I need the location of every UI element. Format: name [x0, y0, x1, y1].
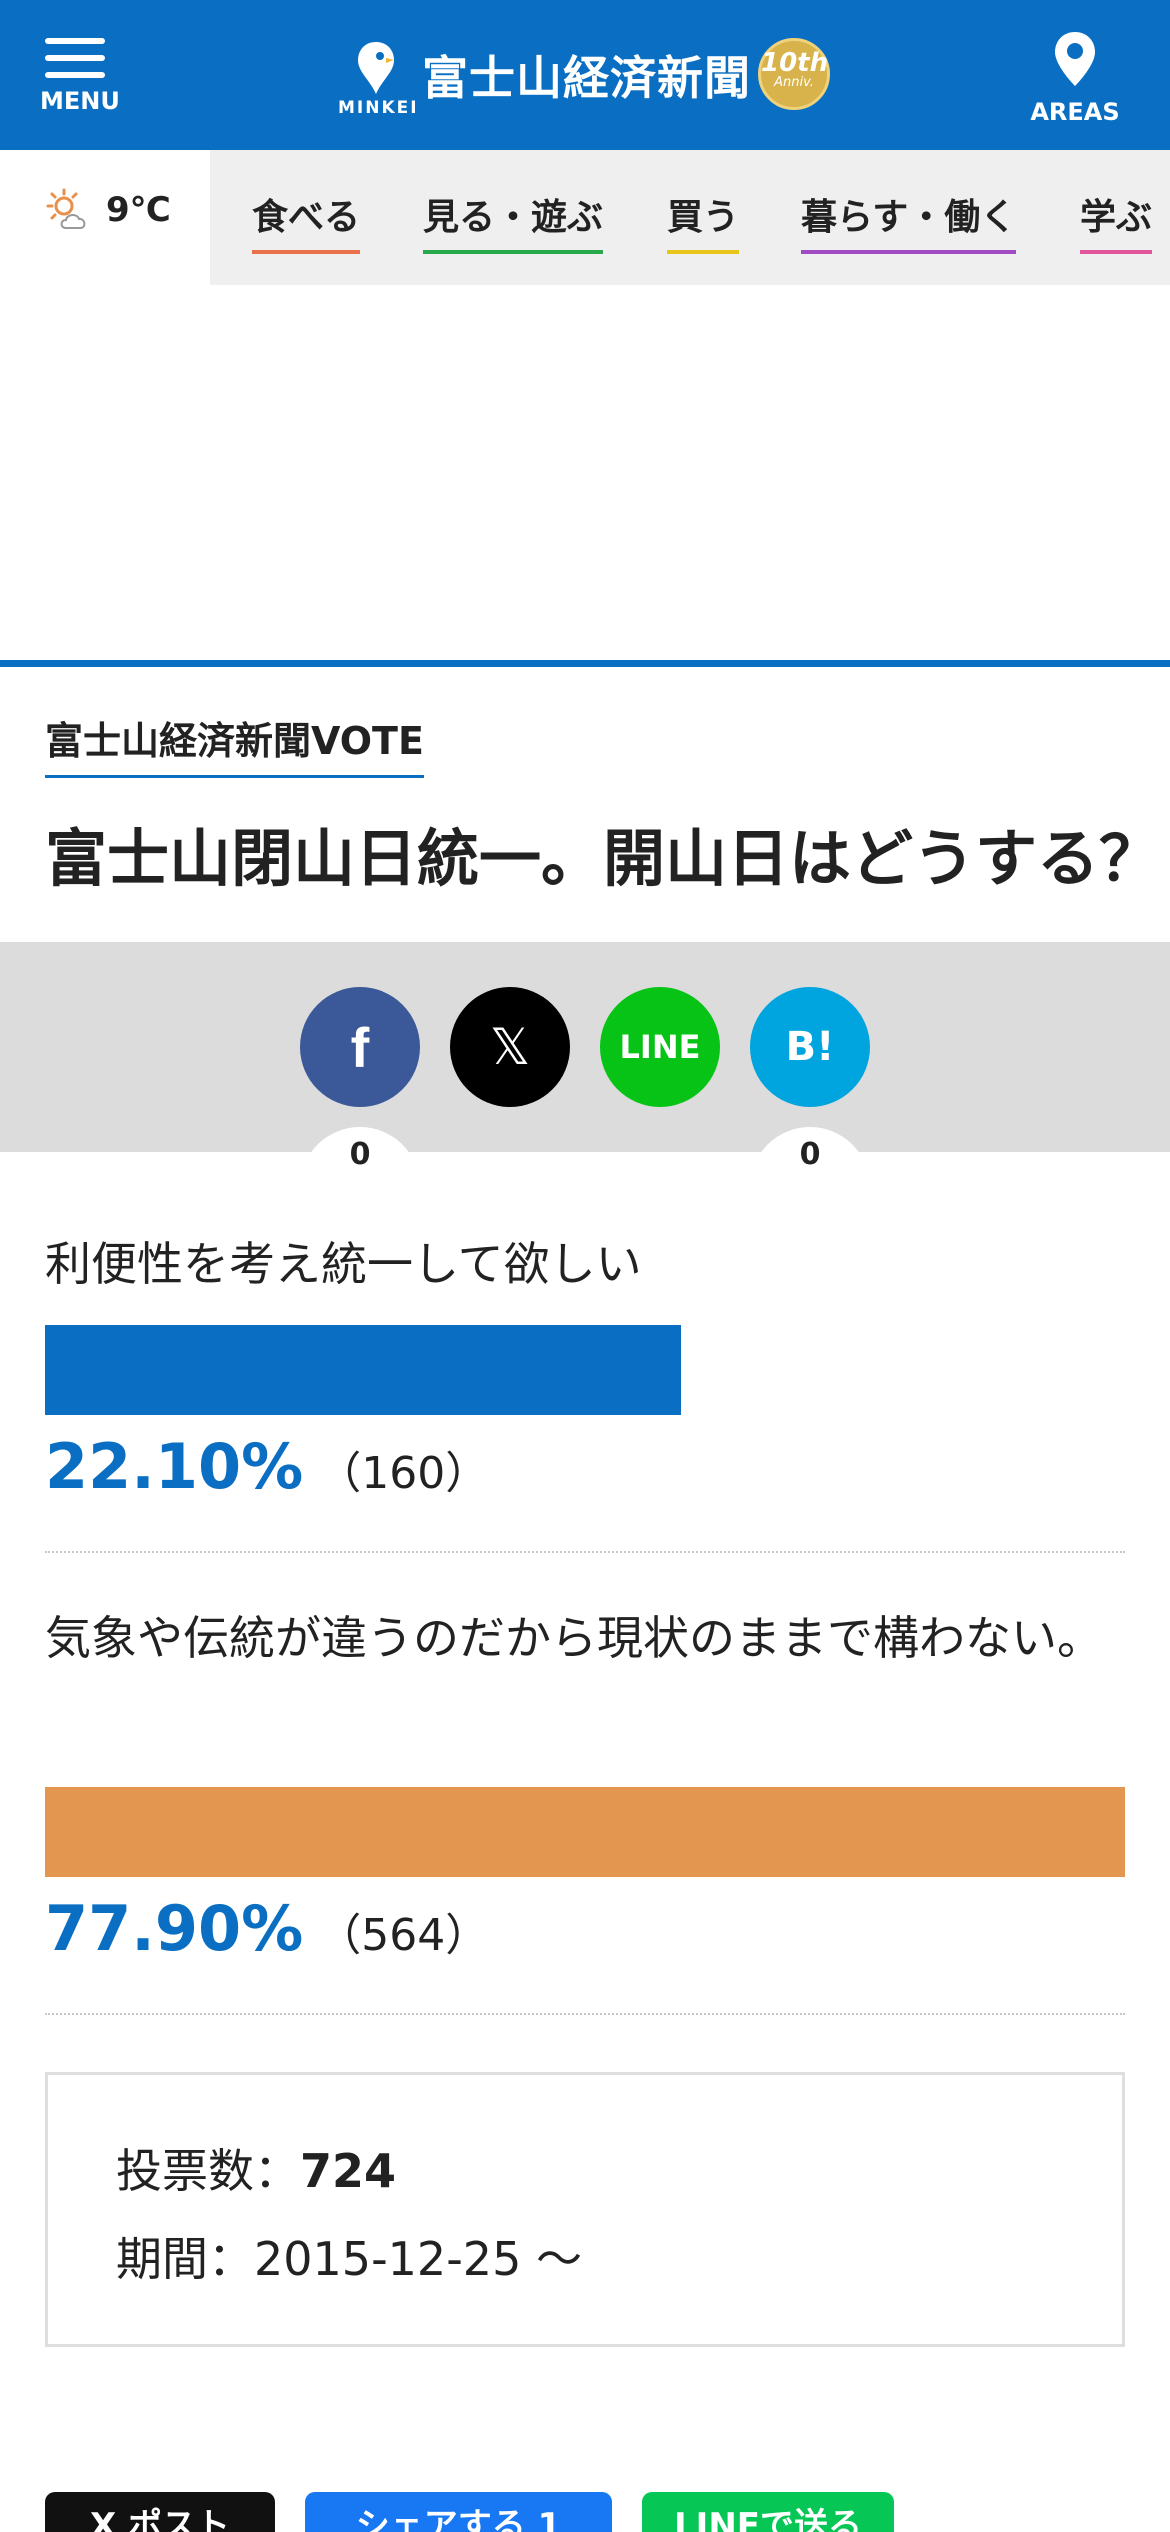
hatena-icon: B! — [785, 1024, 835, 1070]
total-votes-value: 724 — [300, 2144, 397, 2198]
anniversary-badge: 10th Anniv. — [758, 38, 830, 110]
facebook-share-label: シェアする 1 — [355, 2506, 562, 2532]
logo-title: 富士山経済新聞 — [422, 51, 751, 105]
vote-title: 富士山閉山日統一。開山日はどうする？ — [45, 822, 1162, 895]
vote-count: （160） — [317, 1448, 490, 1499]
period-value: 2015-12-25 ～ — [254, 2232, 582, 2286]
vote-summary-box: 投票数：724 期間：2015-12-25 ～ — [45, 2072, 1125, 2347]
category-nav: 9℃ 食べる 見る・遊ぶ 買う 暮らす・働く 学ぶ — [0, 150, 1170, 285]
ad-space — [0, 285, 1170, 660]
category-food[interactable]: 食べる — [252, 188, 361, 254]
vote-result-bar — [45, 1787, 1125, 1877]
site-logo[interactable]: MINKEI 富士山経済新聞 10th Anniv. — [334, 30, 854, 120]
period-label: 期間： — [116, 2232, 254, 2286]
option-divider — [45, 2013, 1125, 2015]
x-post-label: X ポスト — [89, 2506, 231, 2532]
areas-label: AREAS — [1030, 98, 1120, 126]
facebook-share-widget[interactable]: シェアする 1 — [305, 2492, 612, 2532]
total-votes-line: 投票数：724 — [116, 2135, 396, 2201]
vote-option-text: 利便性を考え統一して欲しい — [45, 1237, 642, 1291]
hamburger-icon — [45, 38, 105, 78]
weather-temperature: 9℃ — [106, 190, 171, 230]
category-see-play[interactable]: 見る・遊ぶ — [423, 188, 604, 254]
vote-result-bar — [45, 1325, 681, 1415]
category-live-work[interactable]: 暮らす・働く — [801, 188, 1017, 254]
vote-percent: 77.90% — [45, 1892, 304, 1965]
line-send-button[interactable]: LINEで送る — [642, 2492, 894, 2532]
share-strip — [0, 942, 1170, 1152]
logo-minkei-text: MINKEI — [338, 98, 419, 118]
line-icon: LINE — [619, 1028, 701, 1066]
section-divider — [0, 660, 1170, 667]
x-post-button[interactable]: X ポスト — [45, 2492, 275, 2532]
vote-result-row: 77.90% （564） — [45, 1892, 489, 1965]
facebook-icon: f — [350, 1015, 370, 1079]
sun-cloud-icon — [46, 188, 86, 229]
period-line: 期間：2015-12-25 ～ — [116, 2223, 582, 2289]
vote-option-text: 気象や伝統が違うのだから現状のままで構わない。 — [45, 1611, 1103, 1665]
line-share-button[interactable]: LINE — [600, 987, 720, 1107]
weather-widget[interactable]: 9℃ — [0, 150, 210, 285]
vote-result-row: 22.10% （160） — [45, 1430, 489, 1503]
line-send-label: LINEで送る — [674, 2506, 862, 2532]
vote-percent: 22.10% — [45, 1430, 304, 1503]
vote-count: （564） — [317, 1910, 490, 1961]
areas-button[interactable]: AREAS — [1020, 30, 1130, 126]
menu-label: MENU — [40, 87, 120, 115]
category-learn[interactable]: 学ぶ — [1080, 188, 1153, 254]
map-pin-icon — [1055, 32, 1095, 86]
option-divider — [45, 1551, 1125, 1553]
total-votes-label: 投票数： — [116, 2144, 300, 2198]
x-icon: 𝕏 — [489, 1018, 531, 1076]
vote-section-label: 富士山経済新聞VOTE — [45, 710, 424, 778]
menu-button[interactable]: MENU — [40, 38, 120, 115]
logo-bird-icon — [358, 42, 394, 94]
x-share-button[interactable]: 𝕏 — [450, 987, 570, 1107]
site-header: MENU MINKEI 富士山経済新聞 10th Anniv. AREAS — [0, 0, 1170, 150]
facebook-share-button[interactable]: f — [300, 987, 420, 1107]
category-shop[interactable]: 買う — [667, 188, 740, 254]
hatena-bookmark-button[interactable]: B! — [750, 987, 870, 1107]
